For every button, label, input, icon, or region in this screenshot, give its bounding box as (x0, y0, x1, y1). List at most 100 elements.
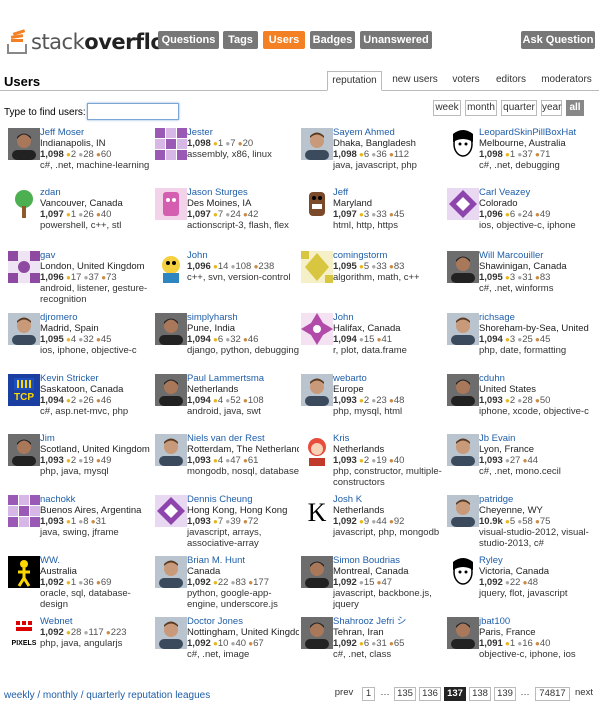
pager-page-136[interactable]: 136 (419, 687, 441, 701)
period-quarter-button[interactable]: quarter (501, 100, 537, 116)
user-avatar[interactable] (447, 434, 479, 466)
user-avatar[interactable] (301, 313, 333, 345)
user-avatar[interactable] (447, 556, 479, 588)
period-month-button[interactable]: month (465, 100, 497, 116)
pager-prev[interactable]: prev (333, 687, 355, 701)
user-name-link[interactable]: Dennis Cheung (187, 494, 299, 505)
user-avatar[interactable] (447, 188, 479, 220)
period-week-button[interactable]: week (433, 100, 461, 116)
user-avatar[interactable] (447, 617, 479, 649)
user-avatar[interactable] (301, 374, 333, 406)
user-name-link[interactable]: Shahrooz Jefri シ (333, 616, 445, 627)
user-avatar[interactable] (447, 313, 479, 345)
user-avatar[interactable] (155, 617, 187, 649)
user-name-link[interactable]: John (187, 250, 299, 261)
pager-page-138[interactable]: 138 (469, 687, 491, 701)
user-name-link[interactable]: Kevin Stricker (40, 373, 152, 384)
user-avatar[interactable] (301, 556, 333, 588)
user-name-link[interactable]: nachokk (40, 494, 152, 505)
tab-voters[interactable]: voters (447, 71, 485, 91)
user-avatar[interactable] (155, 251, 187, 283)
stackoverflow-logo[interactable]: stackoverflow (6, 28, 184, 54)
nav-questions-button[interactable]: Questions (158, 31, 219, 49)
user-avatar[interactable] (8, 251, 40, 283)
user-avatar[interactable]: K (301, 495, 333, 527)
user-name-link[interactable]: Jeff Moser (40, 127, 152, 138)
user-name-link[interactable]: zdan (40, 187, 152, 198)
user-avatar[interactable] (155, 374, 187, 406)
user-name-link[interactable]: Kris (333, 433, 445, 444)
user-avatar[interactable] (155, 495, 187, 527)
user-avatar[interactable] (155, 434, 187, 466)
user-name-link[interactable]: webarto (333, 373, 445, 384)
user-name-link[interactable]: comingstorm (333, 250, 445, 261)
user-name-link[interactable]: Simon Boudrias (333, 555, 445, 566)
nav-unanswered-button[interactable]: Unanswered (360, 31, 432, 49)
user-avatar[interactable] (8, 495, 40, 527)
user-avatar[interactable] (447, 128, 479, 160)
user-avatar[interactable] (155, 188, 187, 220)
user-avatar[interactable] (301, 251, 333, 283)
user-name-link[interactable]: jbat100 (479, 616, 591, 627)
user-avatar[interactable]: TCP (8, 374, 40, 406)
user-name-link[interactable]: Jb Evain (479, 433, 591, 444)
user-name-link[interactable]: WW. (40, 555, 152, 566)
user-name-link[interactable]: John (333, 312, 445, 323)
user-avatar[interactable] (155, 556, 187, 588)
nav-badges-button[interactable]: Badges (310, 31, 355, 49)
pager-page-139[interactable]: 139 (494, 687, 516, 701)
pager-page-1[interactable]: 1 (362, 687, 375, 701)
user-name-link[interactable]: richsage (479, 312, 591, 323)
user-name-link[interactable]: Paul Lammertsma (187, 373, 299, 384)
user-avatar[interactable] (155, 313, 187, 345)
find-users-input[interactable] (87, 103, 179, 120)
user-avatar[interactable] (447, 495, 479, 527)
user-name-link[interactable]: Will Marcouiller (479, 250, 591, 261)
user-avatar[interactable] (8, 434, 40, 466)
nav-tags-button[interactable]: Tags (223, 31, 258, 49)
user-name-link[interactable]: Jason Sturges (187, 187, 299, 198)
user-name-link[interactable]: Brian M. Hunt (187, 555, 299, 566)
user-name-link[interactable]: Ryley (479, 555, 591, 566)
user-name-link[interactable]: Doctor Jones (187, 616, 299, 627)
user-name-link[interactable]: Josh K (333, 494, 445, 505)
tab-new-users[interactable]: new users (388, 71, 442, 91)
user-name-link[interactable]: simplyharsh (187, 312, 299, 323)
user-avatar[interactable] (301, 128, 333, 160)
user-name-link[interactable]: Carl Veazey (479, 187, 591, 198)
user-avatar[interactable] (301, 434, 333, 466)
user-name-link[interactable]: Jeff (333, 187, 445, 198)
tab-editors[interactable]: editors (491, 71, 531, 91)
user-avatar[interactable] (447, 251, 479, 283)
pager-next[interactable]: next (573, 687, 595, 701)
tab-moderators[interactable]: moderators (538, 71, 595, 91)
user-name-link[interactable]: gav (40, 250, 152, 261)
user-name-link[interactable]: djromero (40, 312, 152, 323)
user-avatar[interactable]: PIXELS (8, 617, 40, 649)
nav-users-button[interactable]: Users (263, 31, 305, 49)
ask-question-button[interactable]: Ask Question (521, 31, 595, 49)
gold-badge-icon: ● (502, 273, 510, 282)
user-avatar[interactable] (301, 617, 333, 649)
user-avatar[interactable] (8, 313, 40, 345)
pager-last-page[interactable]: 74817 (535, 687, 570, 701)
pager-page-135[interactable]: 135 (394, 687, 416, 701)
user-name-link[interactable]: Sayem Ahmed (333, 127, 445, 138)
user-name-link[interactable]: Jester (187, 127, 299, 138)
user-avatar[interactable] (8, 128, 40, 160)
user-avatar[interactable] (8, 556, 40, 588)
reputation-leagues-link[interactable]: weekly / monthly / quarterly reputation … (4, 690, 210, 701)
tab-reputation[interactable]: reputation (327, 71, 382, 91)
user-name-link[interactable]: Jim (40, 433, 152, 444)
user-name-link[interactable]: cduhn (479, 373, 591, 384)
user-avatar[interactable] (8, 188, 40, 220)
user-name-link[interactable]: Webnet (40, 616, 152, 627)
user-avatar[interactable] (301, 188, 333, 220)
user-avatar[interactable] (155, 128, 187, 160)
user-name-link[interactable]: patridge (479, 494, 591, 505)
period-all-button[interactable]: all (566, 100, 584, 116)
user-name-link[interactable]: LeopardSkinPillBoxHat (479, 127, 591, 138)
user-name-link[interactable]: Niels van der Rest (187, 433, 299, 444)
user-avatar[interactable] (447, 374, 479, 406)
period-year-button[interactable]: year (541, 100, 562, 116)
